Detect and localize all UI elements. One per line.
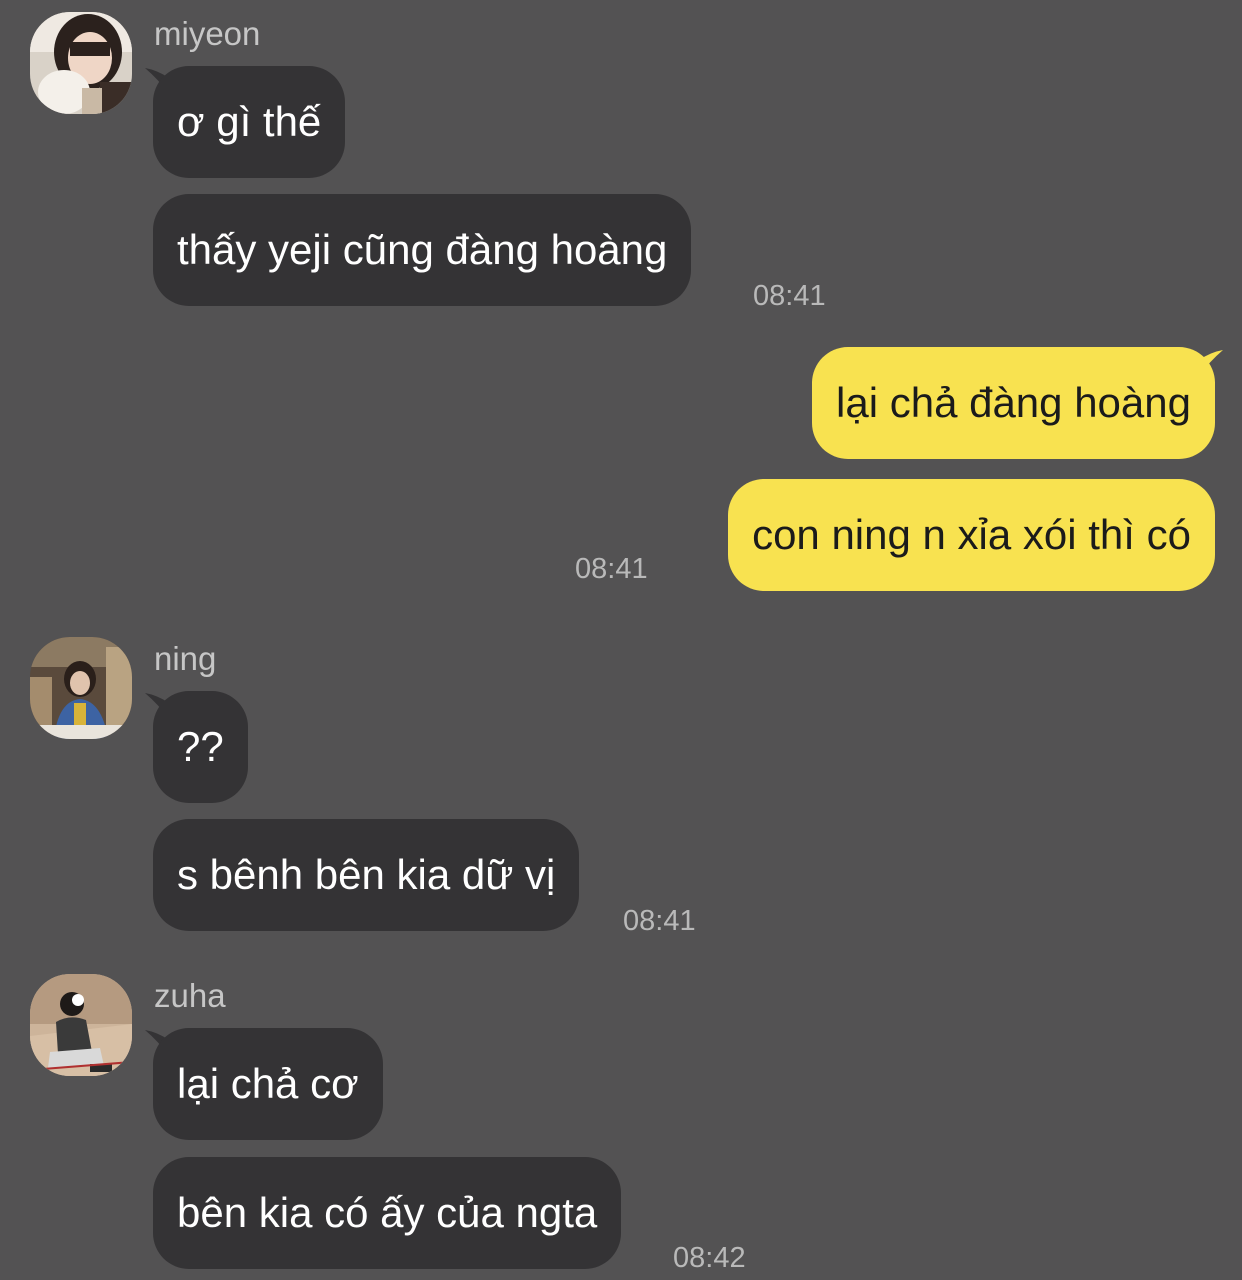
message-timestamp: 08:41 [575, 553, 648, 585]
message-bubble[interactable]: bên kia có ấy của ngta [153, 1157, 622, 1269]
message-bubble[interactable]: lại chả cơ [153, 1028, 383, 1140]
avatar-ning[interactable] [30, 637, 132, 739]
message-bubble[interactable]: s bênh bên kia dữ vị [153, 819, 580, 931]
message-bubble[interactable]: ?? [153, 691, 248, 803]
message-bubble[interactable]: thấy yeji cũng đàng hoàng [153, 194, 692, 306]
message-bubble-outgoing[interactable]: con ning n xỉa xói thì có [728, 479, 1215, 591]
message-timestamp: 08:42 [673, 1242, 746, 1274]
message-timestamp: 08:41 [623, 905, 696, 937]
profile-photo-zuha-icon [30, 974, 132, 1076]
avatar-miyeon[interactable] [30, 12, 132, 114]
sender-name: ning [154, 640, 217, 677]
profile-photo-miyeon-icon [30, 12, 132, 114]
message-bubble-outgoing[interactable]: lại chả đàng hoàng [812, 347, 1215, 459]
message-bubble[interactable]: ơ gì thế [153, 66, 346, 178]
sender-name: zuha [154, 977, 226, 1014]
profile-photo-ning-icon [30, 637, 132, 739]
message-timestamp: 08:41 [753, 280, 826, 312]
chat-message-list[interactable]: miyeon ơ gì thế thấy yeji cũng đàng hoàn… [0, 0, 1242, 1280]
sender-name: miyeon [154, 15, 261, 52]
avatar-zuha[interactable] [30, 974, 132, 1076]
